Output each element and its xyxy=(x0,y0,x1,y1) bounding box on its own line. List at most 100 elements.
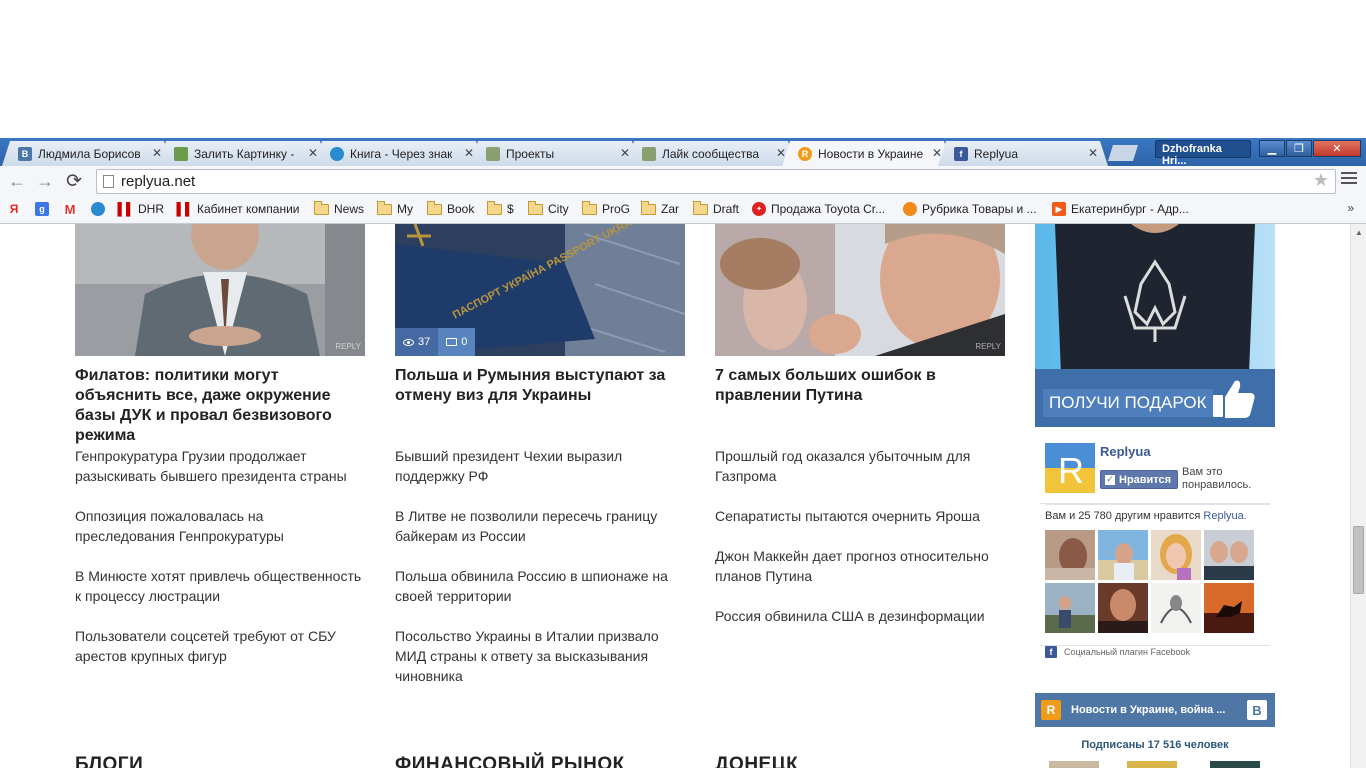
new-tab-button[interactable] xyxy=(1108,145,1138,161)
news-link[interactable]: В Минюсте хотят привлечь общественность … xyxy=(75,566,365,606)
news-link[interactable]: Прошлый год оказался убыточным для Газпр… xyxy=(715,446,1005,486)
news-column-2: ПАСПОРТ УКРАЇНА PASSPORT UKRAINE 37 0 По… xyxy=(395,224,685,706)
gift-promo-banner[interactable]: ПОЛУЧИ ПОДАРОК xyxy=(1035,224,1275,427)
news-link[interactable]: Пользователи соцсетей требуют от СБУ аре… xyxy=(75,626,365,666)
star-icon[interactable]: ★ xyxy=(1313,170,1329,191)
replyua-logo[interactable]: R xyxy=(1045,443,1095,493)
close-icon[interactable]: ✕ xyxy=(464,146,474,160)
tab-image-upload[interactable]: Залить Картинку - ✕ xyxy=(158,141,328,166)
friend-avatar[interactable] xyxy=(1151,583,1201,633)
news-link[interactable]: Посольство Украины в Италии призвало МИД… xyxy=(395,626,685,686)
news-link[interactable]: В Литве не позволили пересечь границу ба… xyxy=(395,506,685,546)
bookmark-goods[interactable]: Рубрика Товары и ... xyxy=(903,202,1037,216)
bookmark-folder-draft[interactable]: Draft xyxy=(693,200,739,216)
site-icon xyxy=(91,202,105,216)
vk-community-title[interactable]: Новости в Украине, война ... xyxy=(1071,704,1245,716)
scrollbar-thumb[interactable] xyxy=(1353,526,1364,594)
forward-button[interactable]: → xyxy=(34,170,56,192)
scroll-up-arrow-icon[interactable]: ▲ xyxy=(1355,228,1363,237)
news-photo-putin[interactable]: REPLY xyxy=(715,224,1005,356)
news-link[interactable]: Бывший президент Чехии выразил поддержку… xyxy=(395,446,685,486)
minimize-button[interactable]: ▁ xyxy=(1259,140,1285,157)
tab-like-community[interactable]: Лайк сообщества ✕ xyxy=(626,141,796,166)
section-title-blogs[interactable]: БЛОГИ xyxy=(75,754,143,768)
vk-community-widget[interactable]: R Новости в Украине, война ... B xyxy=(1035,693,1275,727)
avatar-image xyxy=(1045,530,1095,580)
news-link[interactable]: Польша обвинила Россию в шпионаже на сво… xyxy=(395,566,685,606)
friend-avatar[interactable] xyxy=(1045,583,1095,633)
tab-projects[interactable]: Проекты ✕ xyxy=(470,141,640,166)
bookmark-yandex[interactable]: Я xyxy=(7,202,26,216)
friend-avatar[interactable] xyxy=(1098,530,1148,580)
comments-counter[interactable]: 0 xyxy=(438,328,476,356)
bookmark-company-cabinet[interactable]: ▌▌ Кабинет компании xyxy=(177,202,300,216)
news-link[interactable]: Генпрокуратура Грузии продолжает разыски… xyxy=(75,446,365,486)
bookmark-folder-zar[interactable]: Zar xyxy=(641,200,679,216)
bookmark-label: $ xyxy=(507,202,514,216)
reload-button[interactable]: ⟳ xyxy=(63,170,85,192)
tab-vk[interactable]: B Людмила Борисов ✕ xyxy=(2,141,172,166)
bookmark-dhr[interactable]: ▌▌ DHR xyxy=(118,202,164,216)
friend-avatar[interactable] xyxy=(1204,530,1254,580)
vk-member-avatar[interactable] xyxy=(1210,761,1260,768)
tab-replyua-facebook[interactable]: f Replyua ✕ xyxy=(938,141,1108,166)
headline-link[interactable]: 7 самых больших ошибок в правлении Путин… xyxy=(715,366,1005,426)
get-gift-button[interactable]: ПОЛУЧИ ПОДАРОК xyxy=(1043,389,1213,417)
friend-avatar[interactable] xyxy=(1204,583,1254,633)
vk-member-avatar[interactable] xyxy=(1049,761,1099,768)
bookmark-folder-dollar[interactable]: $ xyxy=(487,200,514,216)
section-title-donetsk[interactable]: ДОНЕЦК xyxy=(715,754,798,768)
bookmarks-overflow-button[interactable]: » xyxy=(1347,201,1354,215)
fb-like-button[interactable]: ✓ Нравится xyxy=(1100,470,1178,489)
close-icon[interactable]: ✕ xyxy=(932,146,942,160)
bookmark-label: ProG xyxy=(602,202,631,216)
fb-social-plugin[interactable]: f Социальный плагин Facebook xyxy=(1045,646,1190,658)
news-link[interactable]: Сепаратисты пытаются очернить Яроша xyxy=(715,506,1005,526)
menu-icon[interactable] xyxy=(1341,172,1357,188)
close-icon[interactable]: ✕ xyxy=(620,146,630,160)
bookmark-toyota[interactable]: ✦ Продажа Toyota Cr... xyxy=(752,202,885,216)
close-icon[interactable]: ✕ xyxy=(308,146,318,160)
news-photo-passport[interactable]: ПАСПОРТ УКРАЇНА PASSPORT UKRAINE 37 0 xyxy=(395,224,685,356)
bookmark-folder-my[interactable]: My xyxy=(377,200,413,216)
close-window-button[interactable]: ✕ xyxy=(1313,140,1361,157)
friend-avatar[interactable] xyxy=(1151,530,1201,580)
bookmark-folder-book[interactable]: Book xyxy=(427,200,474,216)
news-link[interactable]: Оппозиция пожаловалась на преследования … xyxy=(75,506,365,546)
friend-avatar[interactable] xyxy=(1045,530,1095,580)
fb-plugin-label: Социальный плагин Facebook xyxy=(1064,647,1191,657)
address-bar[interactable]: replyua.net ★ xyxy=(96,169,1336,194)
vk-member-avatar[interactable] xyxy=(1127,761,1177,768)
close-icon[interactable]: ✕ xyxy=(1088,146,1098,160)
maximize-button[interactable]: ❐ xyxy=(1286,140,1312,157)
bookmark-folder-prog[interactable]: ProG xyxy=(582,200,631,216)
bookmark-google[interactable]: g xyxy=(35,202,54,216)
gmail-icon: M xyxy=(63,201,77,217)
fb-page-link[interactable]: Replyua. xyxy=(1203,510,1246,522)
close-icon[interactable]: ✕ xyxy=(152,146,162,160)
bookmark-gmail[interactable]: M xyxy=(63,201,82,217)
avatar-image xyxy=(1151,583,1201,633)
headline-link[interactable]: Филатов: политики могут объяснить все, д… xyxy=(75,366,365,444)
folder-icon xyxy=(582,200,597,215)
news-link[interactable]: Россия обвинила США в дезинформации xyxy=(715,606,1005,626)
news-link[interactable]: Джон Маккейн дает прогноз относительно п… xyxy=(715,546,1005,586)
bookmark-folder-news[interactable]: News xyxy=(314,200,364,216)
section-title-financial-market[interactable]: ФИНАНСОВЫЙ РЫНОК xyxy=(395,754,625,768)
headline-link[interactable]: Польша и Румыния выступают за отмену виз… xyxy=(395,366,685,426)
photo-filatov-image xyxy=(75,224,365,356)
bookmark-site[interactable] xyxy=(91,202,110,216)
tab-replyua-news[interactable]: R Новости в Украине ✕ xyxy=(782,141,952,167)
page-scrollbar[interactable]: ▲ xyxy=(1350,224,1366,768)
tab-book[interactable]: Книга - Через знак ✕ xyxy=(314,141,484,166)
bookmark-folder-city[interactable]: City xyxy=(528,200,569,216)
bookmark-label: Екатеринбург - Адр... xyxy=(1071,202,1189,216)
bookmark-ekaterinburg[interactable]: ▶ Екатеринбург - Адр... xyxy=(1052,202,1189,216)
friend-avatar[interactable] xyxy=(1098,583,1148,633)
profile-name[interactable]: Dzhofranka Hri... xyxy=(1155,140,1251,167)
close-icon[interactable]: ✕ xyxy=(776,146,786,160)
news-photo-filatov[interactable]: REPLY xyxy=(75,224,365,356)
fb-page-name[interactable]: Replyua xyxy=(1100,444,1151,459)
back-button[interactable]: ← xyxy=(6,170,28,192)
avatar-image xyxy=(1204,530,1254,580)
